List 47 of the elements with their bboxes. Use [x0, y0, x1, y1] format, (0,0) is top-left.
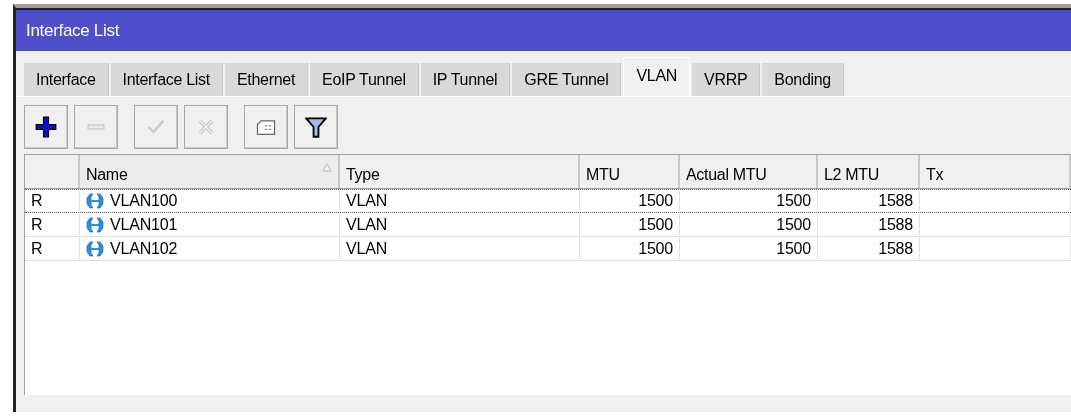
- table-row[interactable]: R VLAN101 VLAN 1500 1500 1588: [25, 213, 1071, 237]
- vlan-icon: [86, 217, 104, 233]
- l2-mtu-cell: 1588: [878, 216, 913, 234]
- column-header[interactable]: Tx: [920, 155, 1071, 188]
- filter-button[interactable]: [294, 105, 338, 149]
- mtu-cell: 1500: [638, 240, 673, 258]
- type-cell: VLAN: [346, 240, 387, 258]
- name-cell: VLAN101: [110, 216, 178, 234]
- l2-mtu-cell: 1588: [878, 240, 913, 258]
- note-button[interactable]: [244, 105, 288, 149]
- flag-cell: R: [31, 240, 43, 258]
- column-header[interactable]: Type: [340, 155, 580, 188]
- tab[interactable]: VRRP: [692, 63, 761, 96]
- table-row[interactable]: R VLAN102 VLAN 1500 1500 1588: [25, 237, 1071, 261]
- tab[interactable]: EoIP Tunnel: [310, 63, 419, 96]
- actual-mtu-cell: 1500: [776, 192, 811, 210]
- table-row[interactable]: R VLAN100 VLAN 1500 1500 1588: [25, 189, 1071, 213]
- add-icon: [35, 116, 57, 138]
- vlan-icon: [86, 241, 104, 257]
- tab[interactable]: Bonding: [762, 63, 844, 96]
- l2-mtu-cell: 1588: [878, 192, 913, 210]
- tab[interactable]: Ethernet: [224, 63, 309, 96]
- type-cell: VLAN: [346, 192, 387, 210]
- type-cell: VLAN: [346, 216, 387, 234]
- filter-icon: [305, 116, 327, 138]
- column-header[interactable]: L2 MTU: [818, 155, 920, 188]
- mtu-cell: 1500: [638, 216, 673, 234]
- column-header[interactable]: Name: [80, 155, 340, 188]
- column-header[interactable]: MTU: [580, 155, 680, 188]
- window-title: Interface List: [26, 20, 120, 41]
- column-header[interactable]: Actual MTU: [680, 155, 818, 188]
- minus-icon: [85, 124, 107, 130]
- sort-icon: [322, 163, 332, 172]
- tab[interactable]: IP Tunnel: [420, 63, 511, 96]
- flag-cell: R: [31, 192, 43, 210]
- tab[interactable]: Interface List: [110, 63, 223, 96]
- vlan-icon: [86, 193, 104, 209]
- tab[interactable]: GRE Tunnel: [512, 63, 622, 96]
- add-button[interactable]: [24, 105, 68, 149]
- actual-mtu-cell: 1500: [776, 240, 811, 258]
- tab[interactable]: Interface: [24, 63, 109, 96]
- tab[interactable]: VLAN: [623, 57, 691, 96]
- name-cell: VLAN102: [110, 240, 178, 258]
- mtu-cell: 1500: [638, 192, 673, 210]
- actual-mtu-cell: 1500: [776, 216, 811, 234]
- flag-cell: R: [31, 216, 43, 234]
- name-cell: VLAN100: [110, 192, 178, 210]
